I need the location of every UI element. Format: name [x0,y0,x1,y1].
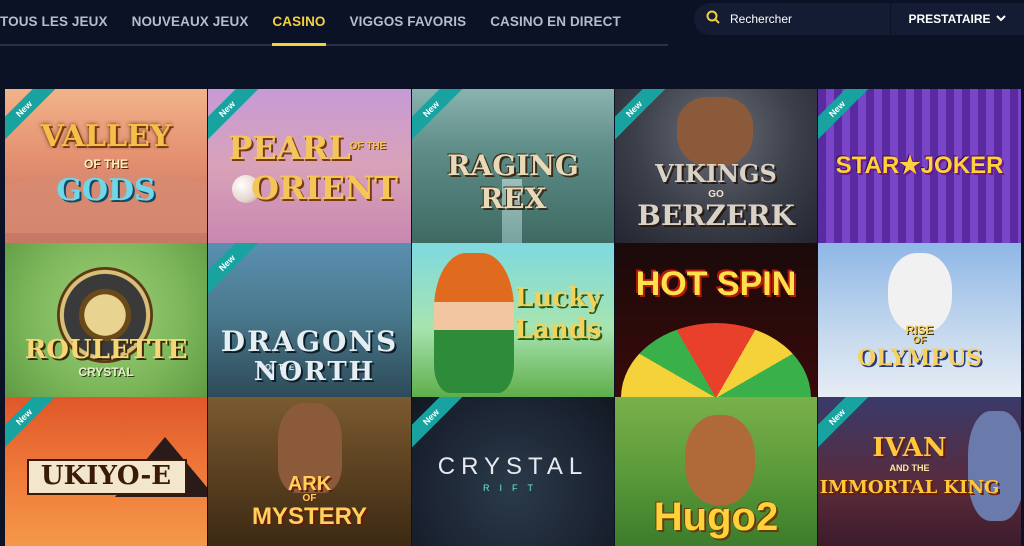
provider-label: PRESTATAIRE [908,12,991,26]
search-icon[interactable] [706,10,720,29]
game-title-line3: MYSTERY [251,503,368,530]
game-tile-crystal-rift[interactable]: CRYSTAL RIFT New [412,397,614,546]
game-title-line2: OF THE [349,141,387,152]
game-title-line3: NORTH [253,357,376,387]
tab-viggos-favorites[interactable]: VIGGOS FAVORIS [350,0,467,44]
game-tile-ivan-and-the-immortal-king[interactable]: IVAN AND THE IMMORTAL KING New [818,397,1021,546]
new-badge: New [412,89,469,147]
tab-all-games[interactable]: TOUS LES JEUX [0,0,108,44]
game-tile-star-joker[interactable]: STAR★JOKER New [818,89,1021,243]
new-badge: New [5,397,62,455]
game-tile-hot-spin[interactable]: HOT SPIN [615,243,817,397]
game-tile-dragons-of-the-north[interactable]: DRAGONS OF THE NORTH New [208,243,411,397]
game-tile-raging-rex[interactable]: RAGING REX New [412,89,614,243]
search-box [694,3,890,35]
provider-dropdown[interactable]: PRESTATAIRE [891,3,1024,35]
game-title-line1: VALLEY [40,119,172,154]
game-grid: VALLEY OF THE GODS New PEARL OF THE ORIE… [5,89,1024,546]
game-title-line3: IMMORTAL KING [819,477,1000,498]
game-tile-roulette-crystal[interactable]: ROULETTE CRYSTAL [5,243,207,397]
game-title-line2: OF THE [84,157,128,171]
nav-tabs: TOUS LES JEUX NOUVEAUX JEUX CASINO VIGGO… [0,0,668,46]
game-title-line1: IVAN [872,433,947,463]
game-title-line1: HOT SPIN [635,265,797,303]
game-title-line1: Lucky [514,283,602,313]
game-title-line1: CRYSTAL [437,453,589,480]
new-badge: New [615,89,672,147]
game-title-line2: Lands [514,315,602,345]
tab-new-games[interactable]: NOUVEAUX JEUX [132,0,249,44]
new-badge: New [818,89,875,147]
game-title-line3: GODS [56,173,156,208]
game-title-line1: VIKINGS [655,159,777,188]
chevron-down-icon [991,12,1007,26]
main-nav: TOUS LES JEUX NOUVEAUX JEUX CASINO VIGGO… [0,0,668,46]
game-title-line1: DRAGONS [220,325,399,358]
game-title-line3: OLYMPUS [857,345,982,371]
search-input[interactable] [730,12,880,26]
game-title-line3: ORIENT [251,169,398,207]
game-tile-ark-of-mystery[interactable]: ARK OF MYSTERY [208,397,411,546]
game-tile-ukiyo-e[interactable]: UKIYO-E New [5,397,207,546]
game-title-line2: AND THE [889,463,930,473]
game-tile-rise-of-olympus[interactable]: RISE OF OLYMPUS [818,243,1021,397]
game-tile-lucky-lands[interactable]: Lucky Lands [412,243,614,397]
game-title-line1: ROULETTE [24,335,188,365]
game-title-line1: RAGING REX [447,149,579,215]
game-title-line1: STAR★JOKER [835,152,1004,179]
game-tile-pearl-of-the-orient[interactable]: PEARL OF THE ORIENT New [208,89,411,243]
game-title-line1: Hugo2 [653,495,779,539]
game-title-line3: BERZERK [637,199,795,232]
new-badge: New [208,243,265,301]
tab-live-casino[interactable]: CASINO EN DIRECT [490,0,621,44]
game-title-line1: UKIYO-E [40,461,172,491]
new-badge: New [412,397,469,455]
tab-casino[interactable]: CASINO [272,0,326,46]
game-tile-vikings-go-berzerk[interactable]: VIKINGS GO BERZERK New [615,89,817,243]
game-tile-valley-of-the-gods[interactable]: VALLEY OF THE GODS New [5,89,207,243]
game-title-line2: CRYSTAL [78,365,134,379]
game-tile-hugo-2[interactable]: Hugo2 [615,397,817,546]
game-title-line2: RIFT [483,483,543,493]
